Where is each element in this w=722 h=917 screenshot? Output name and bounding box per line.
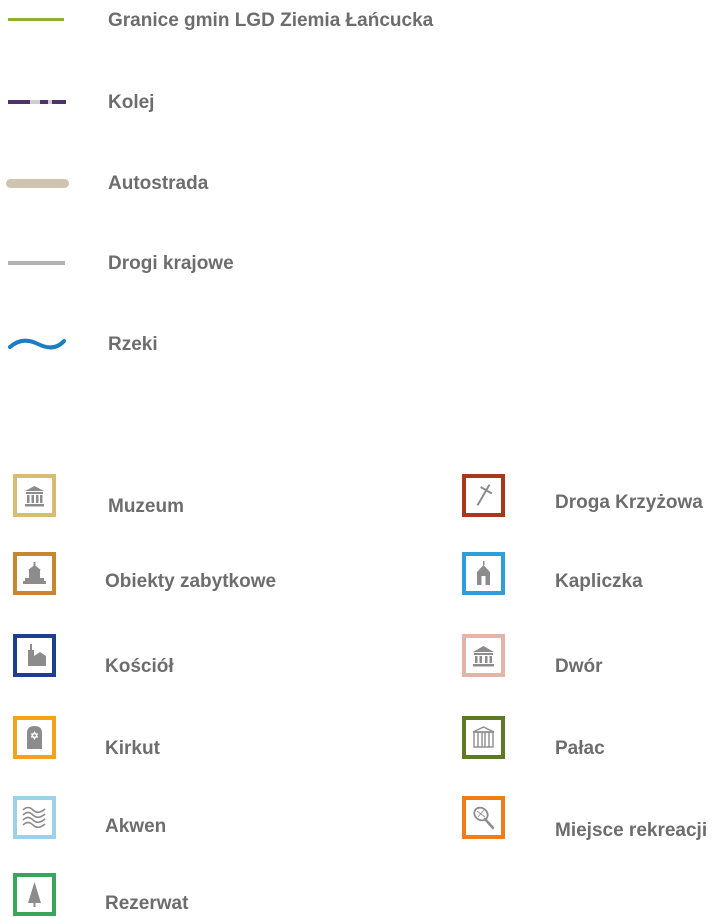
legend-label-church: Kościół xyxy=(105,656,174,677)
legend-label-rivers: Rzeki xyxy=(108,334,158,355)
legend-label-motorway: Autostrada xyxy=(108,173,209,194)
green-line-icon xyxy=(8,18,64,21)
legend-label-chapel: Kapliczka xyxy=(555,571,643,592)
legend-label-jewish-cemetery: Kirkut xyxy=(105,738,160,759)
national-road-line-icon xyxy=(8,261,65,265)
legend-label-palace: Pałac xyxy=(555,738,605,759)
legend-label-water: Akwen xyxy=(105,816,167,837)
river-wave-icon xyxy=(8,338,66,350)
manor-icon xyxy=(462,634,505,677)
reserve-tree-icon xyxy=(13,873,56,916)
railway-line-icon xyxy=(8,100,66,104)
palace-icon xyxy=(462,716,505,759)
legend-label-reserve: Rezerwat xyxy=(105,893,189,914)
legend-label-boundaries: Granice gmin LGD Ziemia Łańcucka xyxy=(108,10,434,31)
legend-label-monuments: Obiekty zabytkowe xyxy=(105,571,277,592)
legend-label-national-roads: Drogi krajowe xyxy=(108,253,234,274)
legend-label-railway: Kolej xyxy=(108,92,155,113)
legend-label-manor: Dwór xyxy=(555,656,603,677)
motorway-line-icon xyxy=(6,179,69,188)
legend-label-museum: Muzeum xyxy=(108,496,184,517)
museum-icon xyxy=(13,474,56,517)
water-waves-icon xyxy=(13,796,56,839)
jewish-cemetery-icon xyxy=(13,716,56,759)
recreation-racket-icon xyxy=(462,796,505,839)
chapel-icon xyxy=(462,552,505,595)
church-icon xyxy=(13,634,56,677)
monument-icon xyxy=(13,552,56,595)
way-of-cross-icon xyxy=(462,474,505,517)
legend-label-recreation: Miejsce rekreacji xyxy=(555,820,708,841)
legend-label-way-of-cross: Droga Krzyżowa xyxy=(555,492,703,513)
